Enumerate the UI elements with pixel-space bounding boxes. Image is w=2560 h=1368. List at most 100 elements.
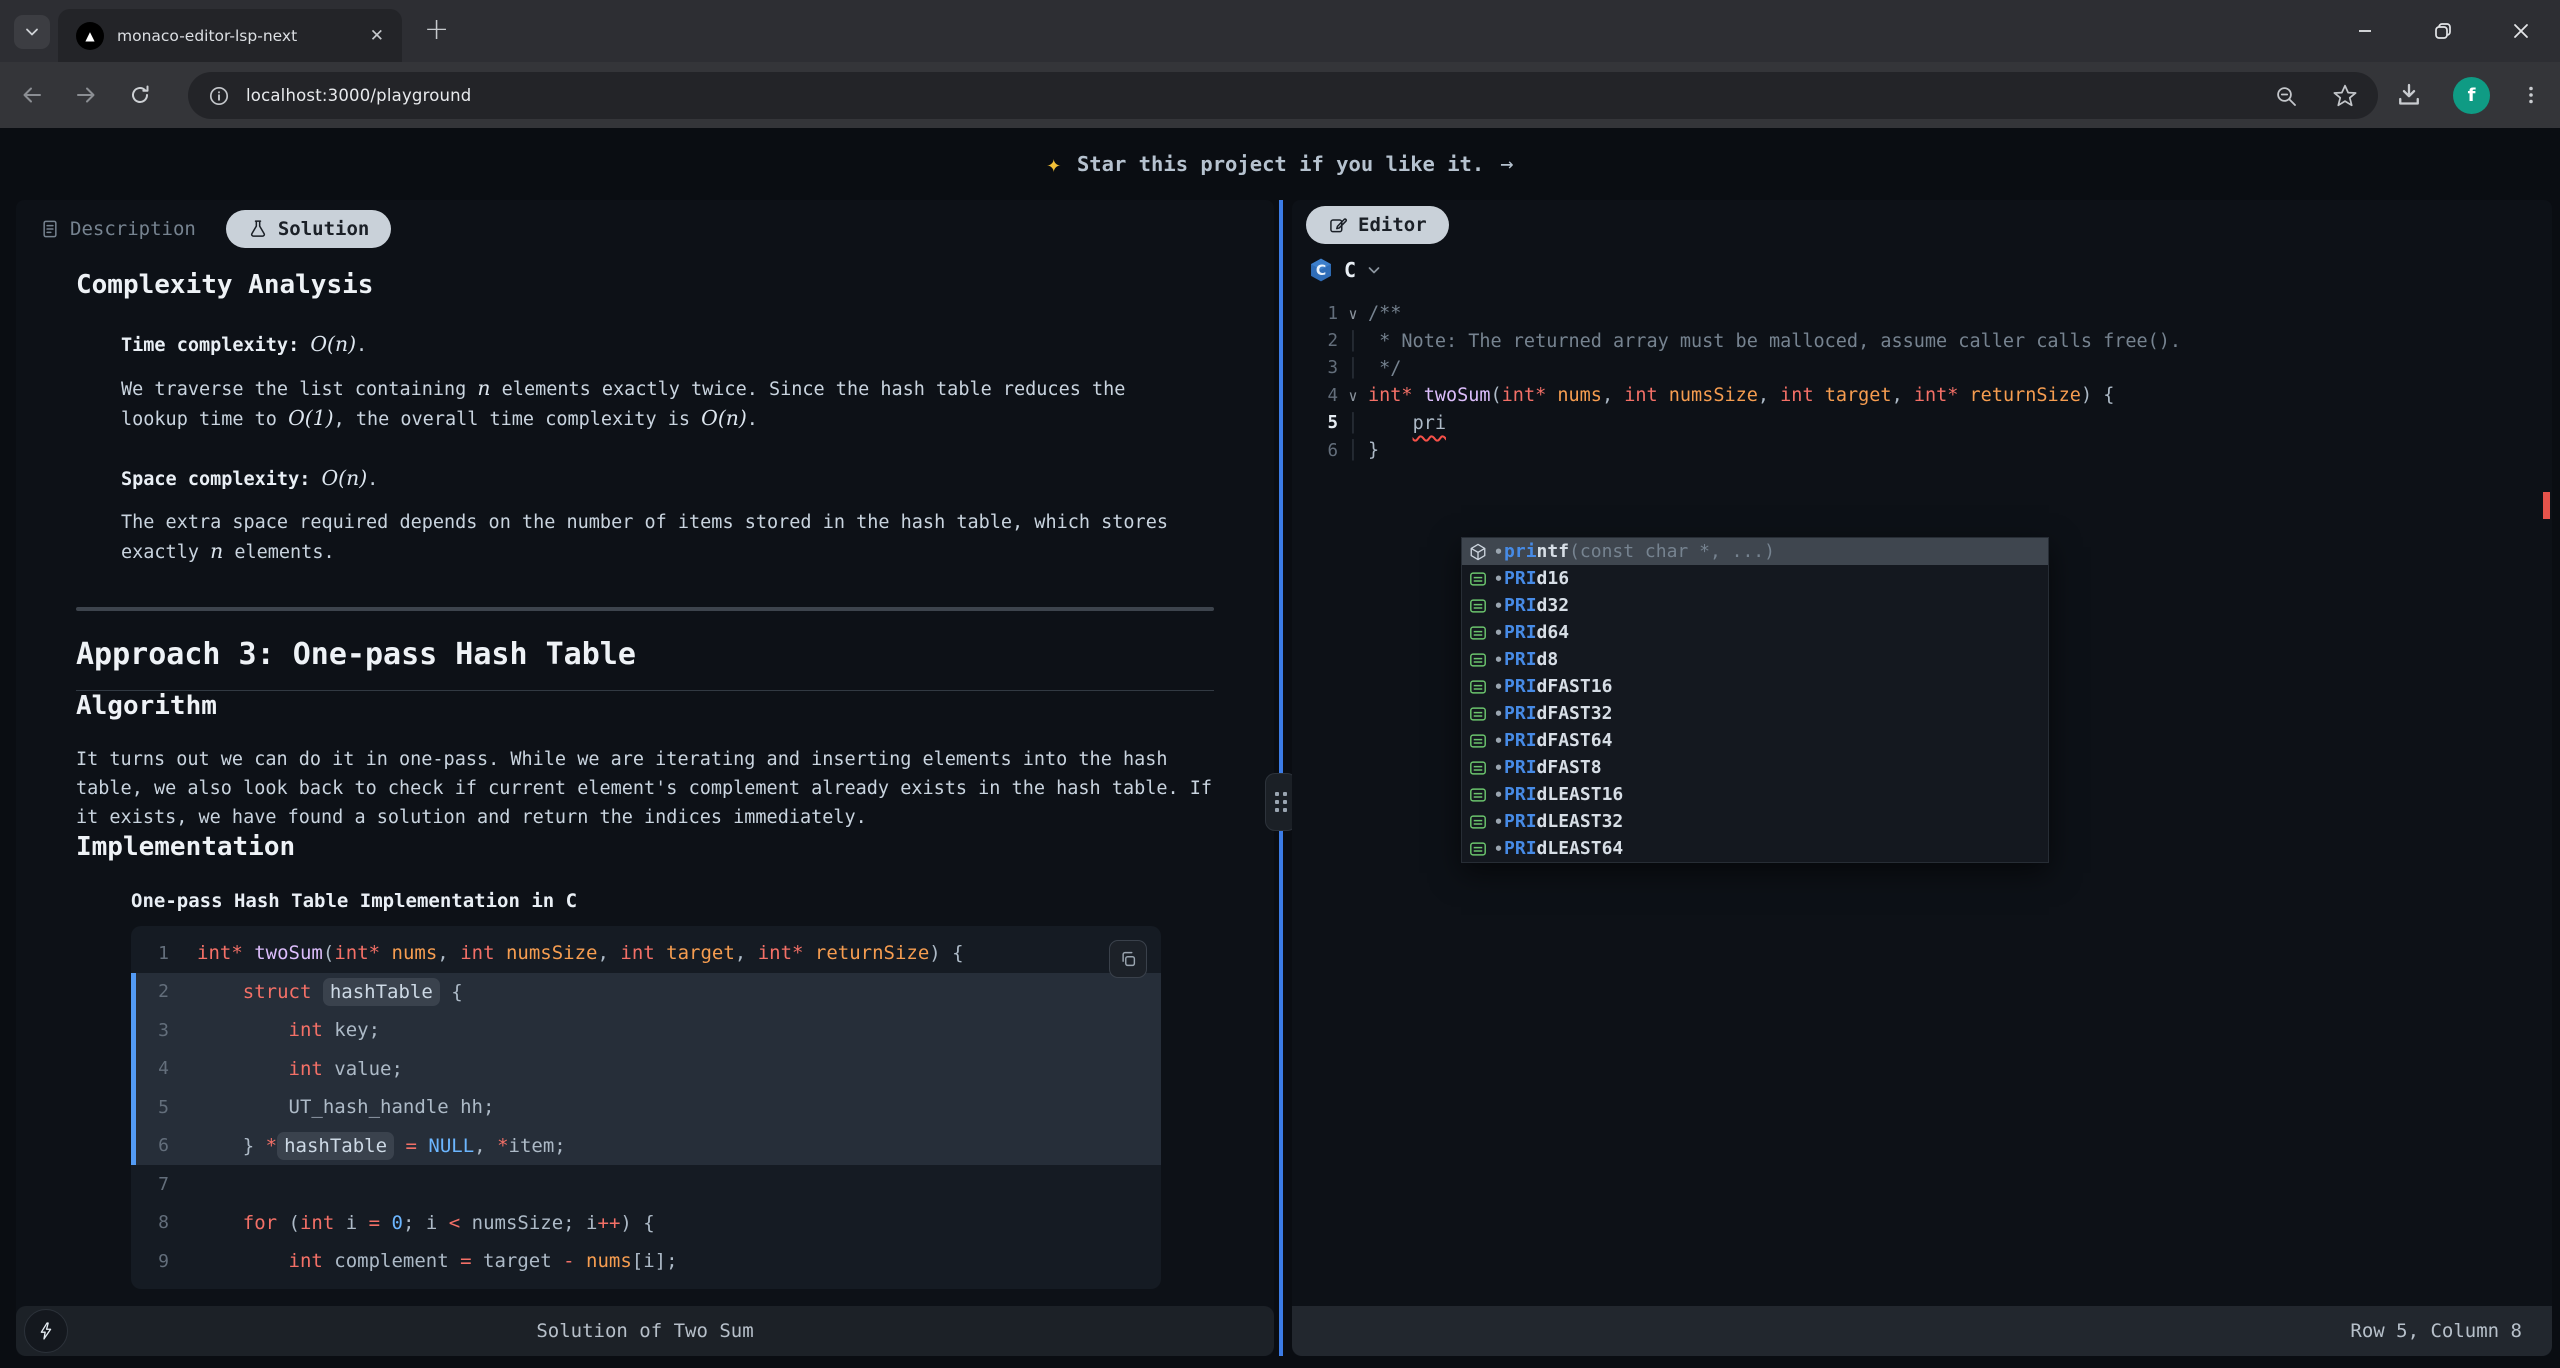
tab-editor-label: Editor [1358, 214, 1427, 236]
indent-guide: │ [1338, 440, 1368, 461]
code-line: 9 int complement = target - nums[i]; [131, 1242, 1161, 1281]
suggestion-item[interactable]: •PRIdFAST8 [1462, 754, 2048, 781]
tab-close-icon[interactable]: ✕ [362, 26, 384, 46]
code-line[interactable]: 3│ */ [1292, 355, 2552, 382]
code-line: 6 } *hashTable = NULL, *item; [131, 1127, 1161, 1166]
code-line[interactable]: 5│ pri [1292, 410, 2552, 437]
suggestion-label: d32 [1537, 595, 1570, 616]
suggestion-bullet: • [1494, 840, 1503, 858]
code-text: pri [1368, 413, 1446, 434]
suggestion-label: dFAST64 [1537, 730, 1613, 751]
suggestion-bullet: • [1494, 543, 1503, 561]
code-text: int* twoSum(int* nums, int numsSize, int… [1368, 385, 2114, 406]
c-language-icon: C [1308, 257, 1334, 283]
download-icon [2395, 81, 2423, 109]
line-number: 4 [1292, 386, 1338, 406]
suggestion-item[interactable]: •PRIdFAST16 [1462, 673, 2048, 700]
code-line[interactable]: 4∨int* twoSum(int* nums, int numsSize, i… [1292, 382, 2552, 409]
code-text: } *hashTable = NULL, *item; [197, 1135, 566, 1157]
browser-tab[interactable]: ▲ monaco-editor-lsp-next ✕ [58, 9, 402, 62]
code-text: /** [1368, 303, 1401, 324]
code-line[interactable]: 2│ * Note: The returned array must be ma… [1292, 327, 2552, 354]
code-text: */ [1368, 358, 1401, 379]
suggestion-item[interactable]: •PRIdFAST32 [1462, 700, 2048, 727]
suggestion-item[interactable]: •PRId64 [1462, 619, 2048, 646]
profile-avatar[interactable]: f [2453, 77, 2490, 114]
constant-field-icon [1467, 676, 1489, 698]
site-favicon: ▲ [76, 22, 104, 50]
editor-panel: Editor C C 1∨/**2│ * Note: The returned … [1292, 200, 2552, 1356]
copy-code-button[interactable] [1109, 940, 1147, 978]
indent-guide: │ [1338, 358, 1368, 379]
cursor-position-text: Row 5, Column 8 [2350, 1320, 2522, 1342]
tab-editor[interactable]: Editor [1306, 206, 1449, 244]
forward-arrow-icon [74, 83, 98, 107]
suggestion-item[interactable]: •PRIdLEAST64 [1462, 835, 2048, 862]
window-close-button[interactable] [2508, 18, 2534, 44]
fold-chevron-icon[interactable]: ∨ [1338, 387, 1368, 405]
monaco-editor[interactable]: 1∨/**2│ * Note: The returned array must … [1292, 300, 2552, 1306]
suggestion-bullet: • [1494, 570, 1503, 588]
error-overview-marker[interactable] [2543, 492, 2550, 519]
back-button[interactable] [10, 73, 54, 117]
suggestion-item[interactable]: •printf(const char *, ...) [1462, 538, 2048, 565]
url-text[interactable]: localhost:3000/playground [246, 86, 2274, 105]
code-line: 7 [131, 1165, 1161, 1204]
suggestion-match-text: PRI [1504, 622, 1537, 643]
suggestion-item[interactable]: •PRId16 [1462, 565, 2048, 592]
code-line[interactable]: 1∨/** [1292, 300, 2552, 327]
tab-description[interactable]: Description [40, 218, 196, 240]
tab-list-dropdown-button[interactable] [14, 15, 50, 49]
window-minimize-button[interactable] [2352, 18, 2378, 44]
code-line: 1int* twoSum(int* nums, int numsSize, in… [131, 934, 1161, 973]
complexity-heading: Complexity Analysis [76, 258, 1214, 300]
quick-action-button[interactable] [24, 1309, 68, 1353]
window-restore-button[interactable] [2430, 18, 2456, 44]
tab-description-label: Description [70, 218, 196, 240]
language-selector[interactable]: C C [1292, 250, 2552, 290]
svg-text:C: C [1316, 263, 1326, 279]
implementation-code-block: 1int* twoSum(int* nums, int numsSize, in… [131, 926, 1161, 1289]
suggestion-item[interactable]: •PRId32 [1462, 592, 2048, 619]
downloads-button[interactable] [2395, 81, 2423, 109]
star-project-banner[interactable]: ✦ Star this project if you like it. → [0, 128, 2560, 200]
close-icon [2511, 21, 2531, 41]
text-segment: Time complexity: [121, 335, 310, 356]
line-number: 1 [1292, 304, 1338, 324]
address-bar[interactable]: localhost:3000/playground [188, 72, 2378, 119]
line-number: 4 [131, 1058, 197, 1079]
bookmark-star-icon[interactable] [2332, 83, 2358, 109]
time-complexity-line: Time complexity: O(n). [121, 330, 1214, 360]
fold-chevron-icon[interactable]: ∨ [1338, 305, 1368, 323]
line-number: 6 [1292, 441, 1338, 461]
new-tab-button[interactable]: + [424, 13, 449, 47]
reload-button[interactable] [118, 73, 162, 117]
browser-menu-button[interactable] [2520, 84, 2542, 106]
line-number: 5 [131, 1097, 197, 1118]
arrow-right-icon: → [1500, 152, 1513, 177]
site-info-icon[interactable] [208, 85, 230, 107]
suggestion-item[interactable]: •PRIdFAST64 [1462, 727, 2048, 754]
tab-solution[interactable]: Solution [226, 210, 392, 248]
suggestion-match-text: PRI [1504, 784, 1537, 805]
forward-button[interactable] [64, 73, 108, 117]
suggestion-match-text: PRI [1504, 649, 1537, 670]
text-segment: O(n) [321, 466, 367, 490]
suggestion-item[interactable]: •PRIdLEAST16 [1462, 781, 2048, 808]
restore-icon [2432, 20, 2454, 42]
suggestion-match-text: PRI [1504, 595, 1537, 616]
code-line[interactable]: 6│} [1292, 437, 2552, 464]
text-segment: O(n) [310, 332, 356, 356]
line-number: 1 [131, 943, 197, 964]
suggestion-item[interactable]: •PRId8 [1462, 646, 2048, 673]
implementation-heading: Implementation [76, 832, 1214, 862]
zoom-out-icon[interactable] [2274, 84, 2298, 108]
suggestion-label: dFAST16 [1537, 676, 1613, 697]
suggestion-item[interactable]: •PRIdLEAST32 [1462, 808, 2048, 835]
text-segment: We traverse the list containing [121, 379, 477, 400]
suggestion-label: d8 [1537, 649, 1559, 670]
snippet-cube-icon [1467, 541, 1489, 563]
constant-field-icon [1467, 568, 1489, 590]
suggestion-match-text: PRI [1504, 838, 1537, 859]
app-page: ✦ Star this project if you like it. → De… [0, 128, 2560, 1368]
